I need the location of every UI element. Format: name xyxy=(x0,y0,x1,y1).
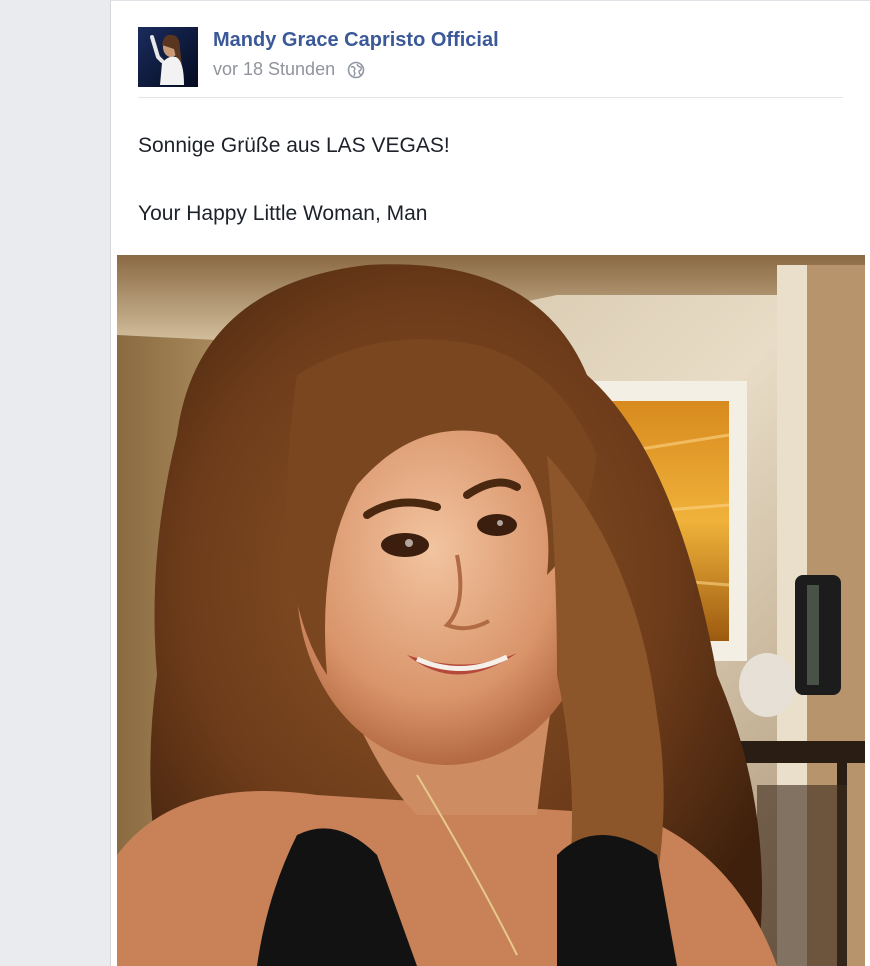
globe-icon[interactable] xyxy=(347,61,365,79)
post-message-line: Your Happy Little Woman, Man xyxy=(138,202,428,225)
header-divider xyxy=(138,97,843,98)
author-avatar[interactable] xyxy=(138,27,198,87)
avatar-photo xyxy=(138,27,198,87)
post-photo[interactable] xyxy=(117,255,865,966)
post-meta: vor 18 Stunden xyxy=(213,59,365,80)
post-message: Sonnige Grüße aus LAS VEGAS! Your Happy … xyxy=(138,129,450,231)
post-header: Mandy Grace Capristo Official vor 18 Stu… xyxy=(138,27,838,91)
selfie-photo xyxy=(117,255,865,966)
news-feed-post: Mandy Grace Capristo Official vor 18 Stu… xyxy=(110,0,870,966)
post-message-line: Sonnige Grüße aus LAS VEGAS! xyxy=(138,134,450,157)
author-name-link[interactable]: Mandy Grace Capristo Official xyxy=(213,29,499,52)
post-timestamp[interactable]: vor 18 Stunden xyxy=(213,59,335,80)
